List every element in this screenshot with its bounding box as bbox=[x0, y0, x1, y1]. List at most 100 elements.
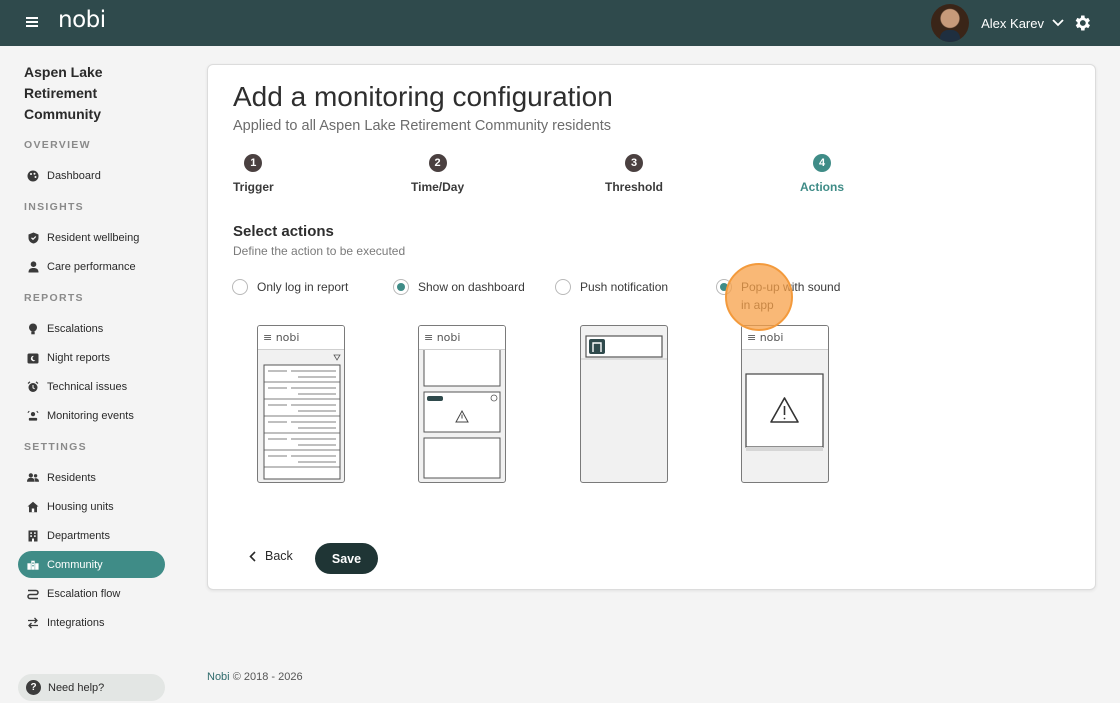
step-label: Actions bbox=[800, 180, 845, 194]
step-time-day[interactable]: 2 Time/Day bbox=[411, 154, 464, 194]
step-label: Time/Day bbox=[411, 180, 465, 194]
sidebar-item-resident-wellbeing[interactable]: Resident wellbeing bbox=[18, 224, 165, 251]
hamburger-menu-icon[interactable] bbox=[24, 15, 40, 31]
sidebar-item-label: Care performance bbox=[47, 260, 136, 273]
community-icon bbox=[27, 559, 39, 571]
footer-brand-link[interactable]: Nobi bbox=[207, 671, 230, 683]
sidebar-item-label: Escalation flow bbox=[47, 587, 121, 600]
monitoring-icon bbox=[27, 410, 39, 422]
help-label: Need help? bbox=[48, 681, 105, 694]
report-list-illustration bbox=[263, 354, 341, 480]
people-icon bbox=[27, 472, 39, 484]
top-bar: nobi Alex Karev bbox=[0, 0, 1120, 46]
option-popup-with-sound[interactable]: Pop-up with sound in app bbox=[716, 278, 851, 314]
step-number: 2 bbox=[428, 154, 447, 172]
user-menu[interactable]: Alex Karev bbox=[931, 3, 1064, 43]
gear-icon[interactable] bbox=[1072, 13, 1092, 33]
question-icon: ? bbox=[26, 680, 41, 695]
step-actions[interactable]: 4 Actions bbox=[800, 154, 844, 194]
sidebar-item-residents[interactable]: Residents bbox=[18, 464, 165, 491]
option-only-log-in-report[interactable]: Only log in report bbox=[232, 278, 348, 296]
footer: Nobi © 2018 - 2026 bbox=[207, 671, 303, 683]
flow-icon bbox=[27, 588, 39, 600]
sidebar-item-dashboard[interactable]: Dashboard bbox=[18, 162, 165, 189]
avatar bbox=[931, 4, 970, 42]
radio-popup-with-sound[interactable] bbox=[716, 279, 732, 295]
footer-copyright: © 2018 - 2026 bbox=[232, 671, 303, 683]
section-label-settings: SETTINGS bbox=[24, 441, 87, 453]
configuration-card: Add a monitoring configuration Applied t… bbox=[207, 64, 1096, 590]
section-description: Define the action to be executed bbox=[233, 244, 406, 258]
radio-push-notification[interactable] bbox=[555, 279, 571, 295]
page-title: Add a monitoring configuration bbox=[233, 81, 613, 112]
step-label: Trigger bbox=[233, 180, 274, 194]
page-subtitle: Applied to all Aspen Lake Retirement Com… bbox=[233, 118, 611, 134]
option-push-notification[interactable]: Push notification bbox=[555, 278, 668, 296]
push-notification-illustration bbox=[581, 335, 667, 360]
preview-push-notification bbox=[580, 325, 668, 483]
sidebar-item-label: Resident wellbeing bbox=[47, 231, 140, 244]
sidebar-item-label: Night reports bbox=[47, 351, 110, 364]
step-label: Threshold bbox=[605, 180, 664, 194]
building-icon bbox=[27, 530, 39, 542]
radio-only-log-in-report[interactable] bbox=[232, 279, 248, 295]
dashboard-illustration bbox=[423, 345, 501, 479]
lightbulb-icon bbox=[27, 323, 39, 335]
step-trigger[interactable]: 1 Trigger bbox=[233, 154, 274, 194]
sidebar-item-departments[interactable]: Departments bbox=[18, 522, 165, 549]
phone-header: ≡ nobi bbox=[419, 326, 505, 350]
preview-dashboard: ≡ nobi bbox=[418, 325, 506, 483]
org-name: Aspen Lake Retirement Community bbox=[24, 64, 103, 122]
popup-illustration bbox=[745, 373, 824, 451]
moon-icon bbox=[27, 352, 39, 364]
sidebar-item-label: Dashboard bbox=[47, 169, 101, 182]
shield-icon bbox=[27, 232, 39, 244]
sidebar-item-label: Housing units bbox=[47, 500, 114, 513]
chevron-left-icon bbox=[249, 550, 256, 562]
sidebar-item-community[interactable]: Community bbox=[18, 551, 165, 578]
help-button[interactable]: ? Need help? bbox=[18, 674, 165, 701]
sidebar-item-housing-units[interactable]: Housing units bbox=[18, 493, 165, 520]
preview-popup: ≡ nobi bbox=[741, 325, 829, 483]
phone-header: ≡ nobi bbox=[258, 326, 344, 350]
house-icon bbox=[27, 501, 39, 513]
save-button[interactable]: Save bbox=[315, 543, 378, 574]
step-number: 1 bbox=[244, 154, 263, 172]
sidebar-item-label: Monitoring events bbox=[47, 409, 134, 422]
option-label: Push notification bbox=[580, 280, 669, 294]
section-title: Select actions bbox=[233, 223, 334, 240]
sidebar-item-care-performance[interactable]: Care performance bbox=[18, 253, 165, 280]
radio-show-on-dashboard[interactable] bbox=[393, 279, 409, 295]
option-show-on-dashboard[interactable]: Show on dashboard bbox=[393, 278, 525, 296]
option-label: Only log in report bbox=[257, 280, 349, 294]
back-label: Back bbox=[265, 549, 293, 563]
person-icon bbox=[27, 260, 39, 273]
chevron-down-icon bbox=[1052, 19, 1064, 27]
alarm-icon bbox=[27, 380, 39, 393]
sidebar-item-technical-issues[interactable]: Technical issues bbox=[18, 373, 165, 400]
sidebar-item-integrations[interactable]: Integrations bbox=[18, 609, 165, 636]
sidebar-item-label: Integrations bbox=[47, 616, 105, 629]
option-label: Pop-up with sound in app bbox=[741, 280, 841, 312]
step-number: 3 bbox=[625, 154, 643, 172]
sidebar-item-label: Escalations bbox=[47, 322, 104, 335]
brand-logo[interactable]: nobi bbox=[58, 7, 106, 33]
preview-report: ≡ nobi bbox=[257, 325, 345, 483]
option-label: Show on dashboard bbox=[418, 280, 525, 294]
sidebar-item-escalations[interactable]: Escalations bbox=[18, 315, 165, 342]
sidebar-item-label: Community bbox=[47, 558, 103, 571]
palette-icon bbox=[27, 170, 39, 182]
sidebar-item-monitoring-events[interactable]: Monitoring events bbox=[18, 402, 165, 429]
sidebar-item-label: Residents bbox=[47, 471, 96, 484]
sidebar-item-label: Technical issues bbox=[47, 380, 128, 393]
section-label-insights: INSIGHTS bbox=[24, 201, 84, 213]
sidebar: Aspen Lake Retirement Community OVERVIEW… bbox=[0, 46, 180, 703]
phone-header: ≡ nobi bbox=[742, 326, 828, 350]
back-button[interactable]: Back bbox=[248, 549, 293, 563]
step-number: 4 bbox=[813, 154, 831, 172]
sidebar-item-label: Departments bbox=[47, 529, 110, 542]
sidebar-item-night-reports[interactable]: Night reports bbox=[18, 344, 165, 371]
sidebar-item-escalation-flow[interactable]: Escalation flow bbox=[18, 580, 165, 607]
step-threshold[interactable]: 3 Threshold bbox=[605, 154, 663, 194]
section-label-reports: REPORTS bbox=[24, 292, 84, 304]
